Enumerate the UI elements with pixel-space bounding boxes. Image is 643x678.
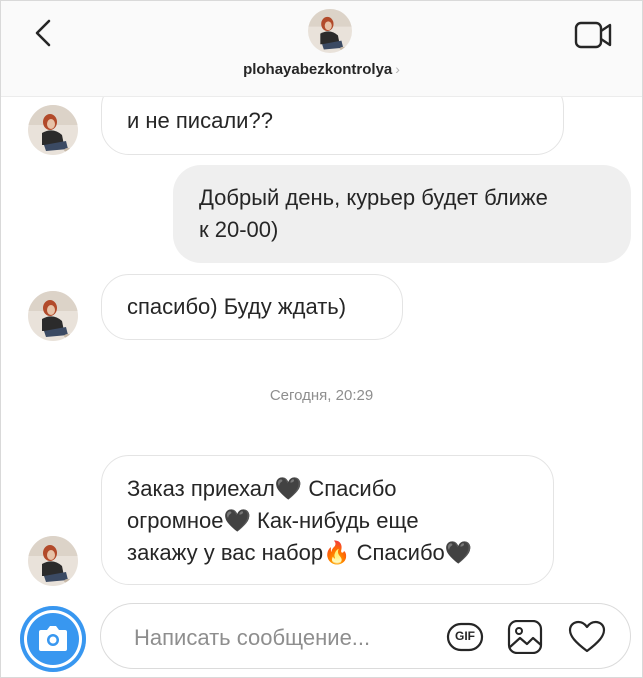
app-frame: сейчас, уже почти вечер, а вы всё и не п… — [0, 0, 643, 678]
message-text-line: огромное🖤 Как-нибудь еще — [127, 508, 419, 533]
message-bubble-outgoing[interactable]: Добрый день, курьер будет ближе к 20-00) — [173, 165, 631, 263]
contact-avatar[interactable] — [28, 536, 78, 586]
message-text-line: закажу у вас набор🔥 Спасибо🖤 — [127, 540, 473, 565]
black-heart-emoji: 🖤 — [444, 540, 473, 565]
gif-button[interactable]: GIF — [445, 620, 485, 654]
chat-header: plohayabezkontrolya › — [1, 1, 642, 97]
message-composer: GIF — [100, 603, 631, 669]
image-icon — [507, 619, 543, 655]
chevron-left-icon — [35, 19, 51, 47]
black-heart-emoji: 🖤 — [274, 476, 303, 501]
fire-emoji: 🔥 — [323, 540, 351, 565]
date-separator: Сегодня, 20:29 — [269, 387, 374, 404]
camera-icon — [39, 626, 67, 651]
header-avatar[interactable] — [308, 9, 352, 53]
message-input[interactable] — [132, 622, 436, 654]
heart-icon — [568, 620, 606, 653]
back-button[interactable] — [27, 13, 63, 53]
message-text-line: Заказ приехал🖤 Спасибо — [127, 476, 397, 501]
gif-label: GIF — [455, 629, 475, 643]
message-text: и не писали?? — [127, 108, 273, 133]
message-text-line: Добрый день, курьер будет ближе — [199, 185, 548, 210]
chevron-right-icon: › — [395, 61, 400, 77]
video-camera-icon — [574, 21, 612, 49]
message-bubble-incoming[interactable]: Заказ приехал🖤 Спасибо огромное🖤 Как-ниб… — [101, 455, 554, 585]
like-button[interactable] — [567, 620, 607, 654]
video-call-button[interactable] — [572, 20, 616, 50]
gallery-button[interactable] — [505, 619, 545, 655]
contact-avatar[interactable] — [28, 105, 78, 155]
message-text: спасибо) Буду ждать) — [127, 294, 347, 319]
contact-avatar[interactable] — [28, 291, 78, 341]
message-text-line: к 20-00) — [199, 217, 279, 242]
black-heart-emoji: 🖤 — [223, 508, 251, 533]
camera-button[interactable] — [20, 606, 86, 672]
message-bubble-incoming[interactable]: спасибо) Буду ждать) — [101, 274, 403, 340]
contact-username[interactable]: plohayabezkontrolya › — [1, 61, 642, 78]
